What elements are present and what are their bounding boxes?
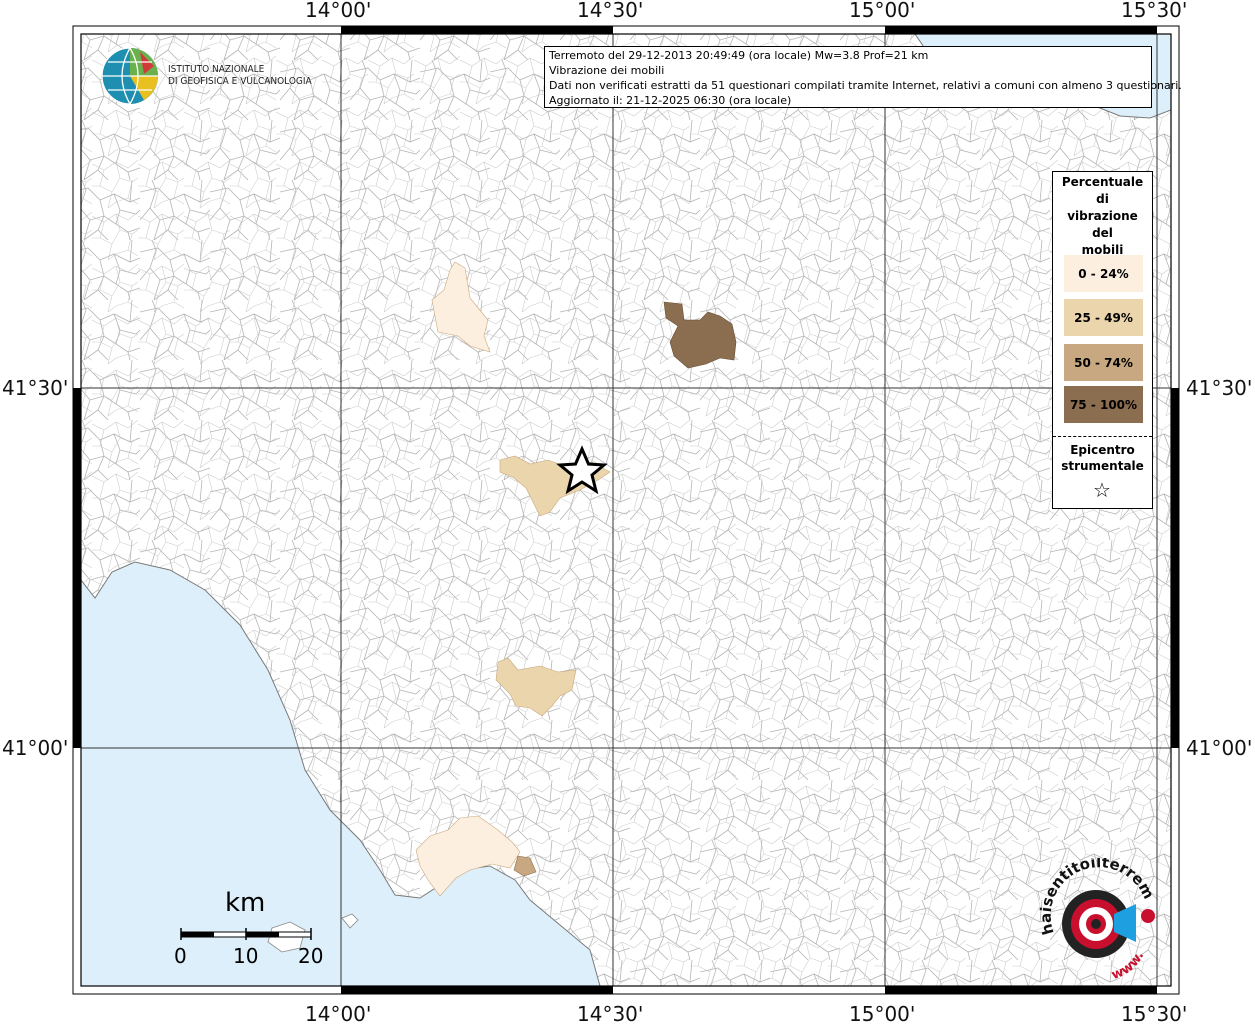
lat-label-left-2: 41°00'	[2, 736, 69, 760]
scale-label-10: 10	[233, 944, 259, 968]
lat-label-right-2: 41°00'	[1186, 736, 1253, 760]
legend-swatch-0-24: 0 - 24%	[1064, 255, 1143, 292]
legend-epicenter-label: Epicentro strumentale	[1053, 442, 1152, 474]
scale-unit: km	[225, 888, 266, 918]
lat-label-right-1: 41°30'	[1186, 376, 1253, 400]
lon-label-bottom-1: 14°00'	[305, 1002, 372, 1026]
lon-label-top-4: 15°30'	[1121, 0, 1188, 22]
hst-logo-icon: haisentitoilterremoto.it www.	[1029, 844, 1158, 983]
lon-label-bottom-2: 14°30'	[577, 1002, 644, 1026]
hst-logo-www: www.	[1110, 949, 1148, 983]
event-info-box: Terremoto del 29-12-2013 20:49:49 (ora l…	[544, 46, 1182, 108]
legend-title-line: Percentuale	[1061, 175, 1144, 189]
ingv-logo: ISTITUTO NAZIONALE DI GEOFISICA E VULCAN…	[100, 46, 312, 106]
hst-logo[interactable]: haisentitoilterremoto.it www.	[1029, 844, 1164, 992]
lon-label-top-3: 15°00'	[849, 0, 916, 22]
lon-label-top-2: 14°30'	[577, 0, 644, 22]
ingv-logo-line1: ISTITUTO NAZIONALE	[168, 64, 265, 75]
event-info-line1: Terremoto del 29-12-2013 20:49:49 (ora l…	[549, 49, 929, 62]
legend-title-line: di	[1096, 192, 1109, 206]
legend-title-line: del	[1092, 226, 1113, 240]
legend-divider	[1053, 436, 1152, 437]
legend-epicenter-line: Epicentro	[1070, 443, 1135, 457]
legend-swatch-75-100: 75 - 100%	[1064, 386, 1143, 423]
globe-icon	[101, 47, 158, 105]
legend-swatch-50-74: 50 - 74%	[1064, 344, 1143, 381]
map-legend: Percentuale di vibrazione del mobili 0 -…	[1052, 171, 1153, 509]
scale-label-20: 20	[298, 944, 324, 968]
legend-star-icon: ☆	[1093, 478, 1111, 502]
legend-title: Percentuale di vibrazione del mobili	[1053, 174, 1152, 259]
svg-text:www.: www.	[1110, 949, 1148, 983]
lon-label-bottom-3: 15°00'	[849, 1002, 916, 1026]
legend-title-line: vibrazione	[1067, 209, 1138, 223]
scale-label-0: 0	[174, 944, 187, 968]
lon-label-bottom-4: 15°30'	[1121, 1002, 1188, 1026]
event-info-line4: Aggiornato il: 21-12-2025 06:30 (ora loc…	[549, 94, 792, 107]
lat-label-left-1: 41°30'	[2, 376, 69, 400]
ingv-logo-line2: DI GEOFISICA E VULCANOLOGIA	[168, 76, 312, 87]
legend-swatch-25-49: 25 - 49%	[1064, 299, 1143, 336]
lon-label-top-1: 14°00'	[305, 0, 372, 22]
event-info-line3: Dati non verificati estratti da 51 quest…	[549, 79, 1182, 92]
event-info-line2: Vibrazione dei mobili	[549, 64, 665, 77]
legend-epicenter-line: strumentale	[1061, 459, 1144, 473]
